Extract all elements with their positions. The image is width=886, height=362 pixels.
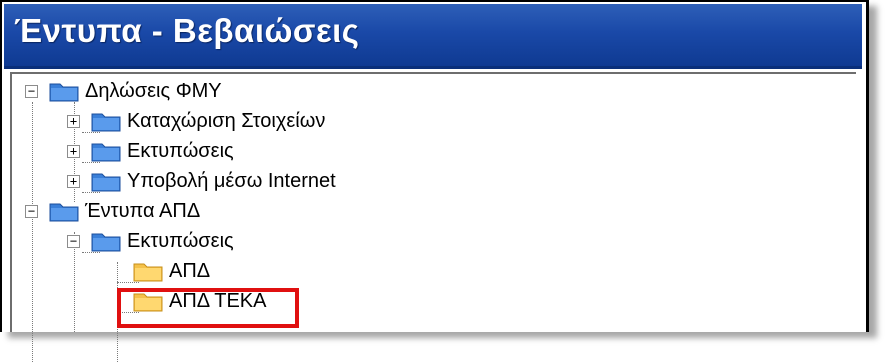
expand-icon[interactable]: + bbox=[67, 175, 80, 188]
folder-icon bbox=[91, 110, 121, 132]
folder-icon bbox=[91, 140, 121, 162]
collapse-icon[interactable]: − bbox=[25, 85, 38, 98]
window: Έντυπα - Βεβαιώσεις − Δηλώσεις ΦΜΥ + Κατ… bbox=[0, 0, 872, 362]
tree-item-label: Καταχώριση Στοιχείων bbox=[127, 109, 326, 132]
tree-item-label: ΑΠΔ bbox=[169, 259, 211, 282]
window-title: Έντυπα - Βεβαιώσεις bbox=[14, 12, 360, 49]
expand-icon[interactable]: + bbox=[67, 115, 80, 128]
folder-icon bbox=[49, 80, 79, 102]
tree-item-entypa-apd[interactable]: − Έντυπα ΑΠΔ bbox=[25, 196, 200, 226]
tree-item-dhloseis-fmy[interactable]: − Δηλώσεις ΦΜΥ bbox=[25, 76, 222, 106]
tree-connector bbox=[32, 102, 33, 362]
tree-item-apd[interactable]: ΑΠΔ bbox=[133, 256, 210, 286]
panel: Έντυπα - Βεβαιώσεις − Δηλώσεις ΦΜΥ + Κατ… bbox=[0, 0, 869, 362]
highlight-box bbox=[117, 288, 299, 328]
title-bar: Έντυπα - Βεβαιώσεις bbox=[4, 4, 862, 69]
folder-icon bbox=[91, 230, 121, 252]
tree-item-kataxorisi[interactable]: + Καταχώριση Στοιχείων bbox=[67, 106, 325, 136]
tree-item-ektyposeis[interactable]: + Εκτυπώσεις bbox=[67, 136, 234, 166]
tree-item-label: Υποβολή μέσω Internet bbox=[127, 169, 336, 192]
tree-item-label: Εκτυπώσεις bbox=[127, 139, 234, 162]
tree-item-label: Δηλώσεις ΦΜΥ bbox=[85, 79, 222, 102]
tree-item-ypovoli[interactable]: + Υποβολή μέσω Internet bbox=[67, 166, 336, 196]
folder-icon bbox=[49, 200, 79, 222]
tree-item-ektyposeis-apd[interactable]: − Εκτυπώσεις bbox=[67, 226, 234, 256]
folder-icon bbox=[91, 170, 121, 192]
folder-icon bbox=[133, 260, 163, 282]
tree-item-label: Έντυπα ΑΠΔ bbox=[85, 199, 201, 222]
collapse-icon[interactable]: − bbox=[25, 205, 38, 218]
collapse-icon[interactable]: − bbox=[67, 235, 80, 248]
expand-icon[interactable]: + bbox=[67, 145, 80, 158]
tree-item-label: Εκτυπώσεις bbox=[127, 229, 234, 252]
